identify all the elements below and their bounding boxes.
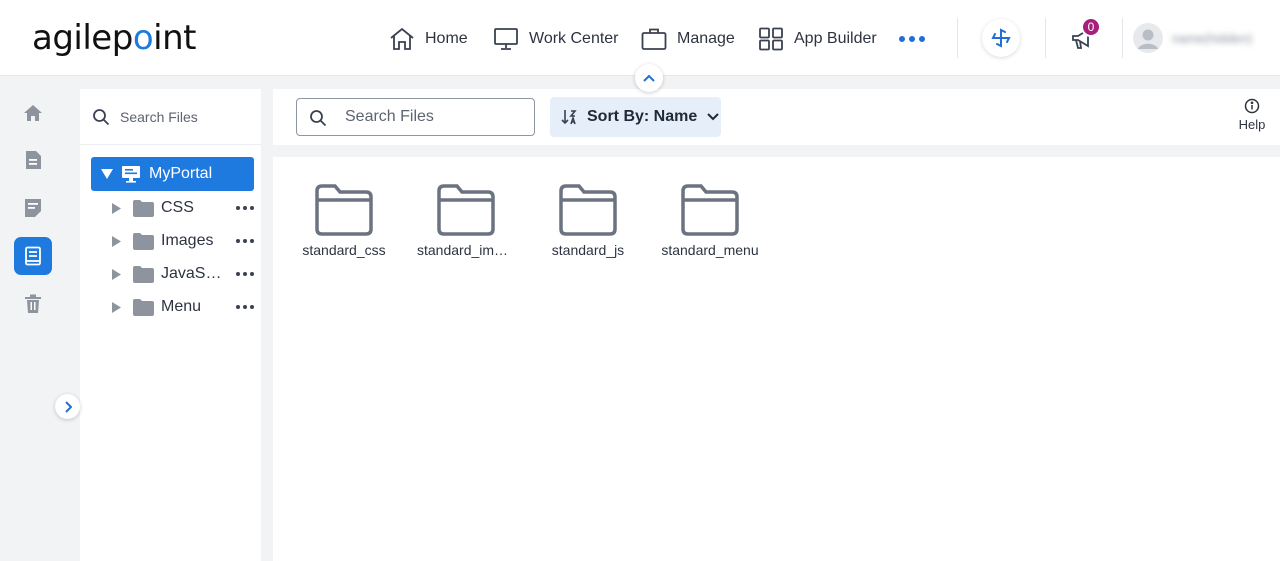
tree-item-css[interactable]: CSS (112, 193, 254, 223)
files-content-area: standard_css standard_images standard_js… (273, 157, 1280, 561)
user-icon (1138, 29, 1158, 49)
nav-home[interactable]: Home (389, 24, 468, 54)
agilepoint-logo[interactable]: agilepoint (32, 18, 196, 58)
chevron-right-icon (64, 400, 72, 413)
tree-item-myportal[interactable]: MyPortal (91, 157, 254, 191)
folder-icon (133, 298, 154, 316)
folder-name: standard_images (417, 242, 521, 258)
folder-tree-panel: MyPortal CSS Images JavaScript Menu (80, 89, 261, 561)
folder-tile-standard-css[interactable]: standard_css (289, 183, 399, 265)
collapse-header-button[interactable] (635, 64, 663, 92)
tree-item-images[interactable]: Images (112, 226, 254, 256)
more-horizontal-icon[interactable] (236, 272, 254, 276)
grid-icon (759, 27, 783, 51)
left-icon-rail (0, 77, 80, 561)
home-icon (24, 105, 42, 121)
folder-icon (133, 232, 154, 250)
caret-down-icon (101, 169, 113, 179)
folder-icon (133, 265, 154, 283)
chevron-down-icon (707, 113, 719, 121)
rail-item-documents[interactable] (14, 141, 52, 179)
form-icon (25, 199, 41, 217)
folder-name: standard_js (551, 242, 625, 258)
folder-icon (559, 184, 617, 236)
rail-item-trash[interactable] (14, 285, 52, 323)
caret-right-icon[interactable] (112, 268, 121, 280)
folder-tile-standard-js[interactable]: standard_js (533, 183, 643, 265)
header-divider (1122, 18, 1123, 58)
trash-icon (25, 294, 41, 313)
tree-search-input[interactable] (120, 105, 255, 129)
book-icon (25, 246, 41, 266)
folder-tile-standard-images[interactable]: standard_images (411, 183, 521, 265)
rail-item-forms[interactable] (14, 189, 52, 227)
folder-icon (315, 184, 373, 236)
main-search-input[interactable] (345, 106, 525, 128)
rail-item-files[interactable] (14, 237, 52, 275)
top-header: agilepoint Home Work Center Manage App B… (0, 0, 1280, 76)
folder-icon (133, 199, 154, 217)
user-name[interactable]: name(hidden) (1172, 31, 1272, 45)
tree-item-menu[interactable]: Menu (112, 292, 254, 322)
sort-az-icon (561, 110, 577, 125)
ai-assistant-button[interactable] (982, 19, 1020, 57)
folder-icon (437, 184, 495, 236)
folder-icon (681, 184, 739, 236)
home-icon (390, 27, 414, 50)
info-icon (1244, 98, 1260, 114)
files-toolbar: Sort By: Name Help (273, 89, 1280, 145)
header-divider (957, 18, 958, 58)
rail-item-home[interactable] (14, 94, 52, 132)
expand-sidebar-button[interactable] (55, 394, 80, 419)
help-button[interactable]: Help (1235, 98, 1269, 132)
chevron-up-icon (643, 74, 655, 82)
folder-tile-standard-menu[interactable]: standard_menu (655, 183, 765, 265)
search-icon (310, 110, 327, 127)
tree-search (80, 89, 261, 145)
search-icon (93, 109, 110, 126)
more-horizontal-icon[interactable] (899, 36, 925, 42)
caret-right-icon[interactable] (112, 235, 121, 247)
header-divider (1045, 18, 1046, 58)
folder-name: standard_menu (661, 242, 759, 258)
monitor-icon (494, 28, 518, 50)
more-horizontal-icon[interactable] (236, 305, 254, 309)
caret-right-icon[interactable] (112, 202, 121, 214)
notification-count-badge: 0 (1081, 17, 1101, 37)
avatar[interactable] (1133, 23, 1163, 53)
nav-manage[interactable]: Manage (641, 24, 735, 54)
main-search (296, 98, 535, 136)
more-horizontal-icon[interactable] (236, 206, 254, 210)
tree-item-javascript[interactable]: JavaScript (112, 259, 254, 289)
nav-work-center[interactable]: Work Center (493, 24, 619, 54)
more-horizontal-icon[interactable] (236, 239, 254, 243)
nav-app-builder[interactable]: App Builder (758, 24, 877, 54)
folder-name: standard_css (302, 242, 386, 258)
briefcase-icon (641, 28, 667, 50)
caret-right-icon[interactable] (112, 301, 121, 313)
pinwheel-icon (991, 28, 1011, 48)
sort-by-button[interactable]: Sort By: Name (550, 97, 721, 137)
document-icon (26, 151, 41, 169)
portal-icon (122, 166, 140, 183)
